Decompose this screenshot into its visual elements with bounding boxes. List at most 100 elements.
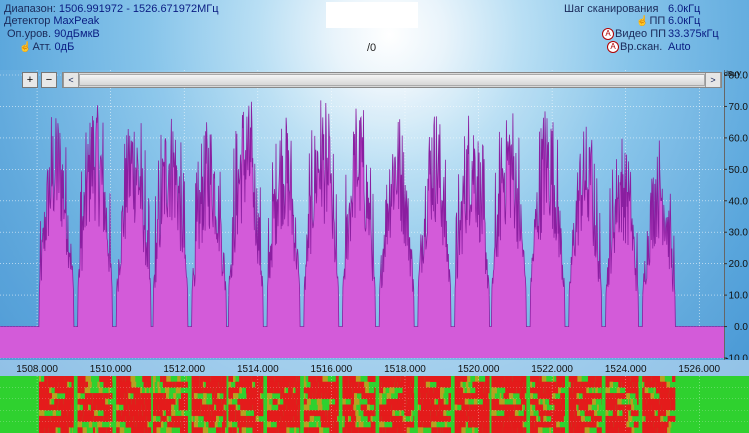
waterfall-cell (262, 381, 264, 388)
waterfall-cell (650, 415, 661, 422)
waterfall-cell (440, 393, 444, 400)
waterfall-cell (212, 387, 216, 394)
auto-mode-icon[interactable]: A (602, 28, 614, 41)
waterfall-cell (514, 410, 519, 417)
waterfall-cell (325, 393, 330, 400)
waterfall-cell (616, 387, 621, 394)
waterfall-cell (77, 398, 82, 405)
y-tick-label: 60.0 (729, 133, 749, 144)
spectrum-plot[interactable]: 80.070.060.050.040.030.020.010.00.0-10.0… (0, 70, 749, 360)
waterfall-cell (457, 421, 466, 428)
waterfall-cell (573, 427, 581, 433)
waterfall-cell (439, 381, 451, 388)
waterfall-cell (482, 398, 488, 405)
waterfall-cell (240, 410, 246, 417)
scroll-left-button[interactable]: < (63, 73, 79, 87)
waterfall-cell (462, 393, 471, 400)
waterfall-cell (465, 381, 469, 388)
waterfall-cell (487, 410, 490, 417)
waterfall-cell (370, 427, 376, 433)
waterfall-cell (200, 410, 210, 417)
waterfall-cell (625, 387, 632, 394)
vbw-value[interactable]: 33.375кГц (668, 28, 719, 40)
waterfall-cell (292, 393, 301, 400)
waterfall-cell (582, 393, 596, 400)
waterfall-cell (147, 427, 152, 433)
rbw-value[interactable]: 6.0кГц (668, 15, 700, 27)
waterfall-display[interactable] (0, 376, 749, 433)
waterfall-cell (392, 376, 396, 382)
zoom-out-button[interactable]: − (41, 72, 57, 88)
waterfall-cell (211, 410, 224, 417)
rbw-label: ПП (649, 15, 666, 27)
waterfall-cell (644, 387, 649, 394)
waterfall-cell (71, 404, 74, 411)
waterfall-cell (609, 415, 617, 422)
waterfall-cell (467, 376, 471, 382)
waterfall-cell (622, 410, 629, 417)
waterfall-cell (191, 427, 195, 433)
waterfall-cell (519, 393, 525, 400)
horizontal-scrollbar[interactable]: < > (62, 72, 722, 88)
ref-level-value[interactable]: 90дБмкВ (54, 28, 100, 40)
detector-value[interactable]: MaxPeak (53, 15, 99, 27)
auto-mode-icon[interactable]: A (607, 41, 619, 54)
waterfall-cell (278, 427, 287, 433)
waterfall-cell (108, 387, 111, 394)
waterfall-cell (617, 410, 620, 417)
waterfall-cell (642, 398, 647, 405)
waterfall-cell (54, 387, 69, 394)
waterfall-cell (417, 415, 431, 422)
waterfall-cell (618, 381, 622, 388)
waterfall-cell (655, 387, 670, 394)
waterfall-cell (131, 381, 137, 388)
step-value[interactable]: 6.0кГц (668, 3, 700, 15)
waterfall-cell (525, 404, 527, 411)
scroll-right-button[interactable]: > (705, 73, 721, 87)
waterfall-cell (138, 410, 143, 417)
waterfall-cell (211, 421, 215, 428)
attenuator-value[interactable]: 0дБ (55, 41, 75, 53)
waterfall-cell (568, 398, 580, 405)
waterfall-cell (342, 410, 356, 417)
zoom-in-button[interactable]: + (22, 72, 38, 88)
waterfall-cell (651, 376, 661, 382)
waterfall-cell (166, 376, 171, 382)
waterfall-cell (208, 404, 215, 411)
waterfall-cell (482, 421, 490, 428)
waterfall-cell (549, 398, 561, 405)
waterfall-cell (537, 393, 547, 400)
waterfall-cell (509, 381, 521, 388)
waterfall-cell (592, 387, 594, 394)
waterfall-cell (162, 410, 165, 417)
waterfall-cell (152, 410, 157, 417)
waterfall-cell (554, 421, 557, 428)
waterfall-cell (103, 381, 113, 388)
waterfall-cell (181, 381, 185, 388)
waterfall-cell (50, 415, 62, 422)
waterfall-cell (47, 381, 59, 388)
waterfall-cell (81, 398, 93, 405)
waterfall-cell (617, 404, 625, 411)
scrollbar-thumb[interactable] (79, 74, 705, 86)
waterfall-cell (443, 404, 451, 411)
waterfall-cell (191, 376, 200, 382)
waterfall-cell (552, 404, 554, 411)
waterfall-cell (342, 381, 349, 388)
waterfall-cell (214, 421, 218, 428)
waterfall-cell (397, 398, 407, 405)
waterfall-cell (317, 404, 323, 411)
waterfall-cell (331, 381, 339, 388)
waterfall-cell (530, 376, 540, 382)
waterfall-cell (354, 398, 360, 405)
waterfall-cell (260, 393, 262, 400)
waterfall-cell (98, 427, 107, 433)
sweep-value[interactable]: Auto (668, 41, 691, 53)
waterfall-cell (355, 376, 361, 382)
waterfall-cell (38, 410, 45, 417)
waterfall-cell (92, 393, 104, 400)
waterfall-cell (276, 421, 287, 428)
waterfall-cell (43, 421, 54, 428)
waterfall-cell (523, 410, 527, 417)
waterfall-cell (144, 387, 147, 394)
